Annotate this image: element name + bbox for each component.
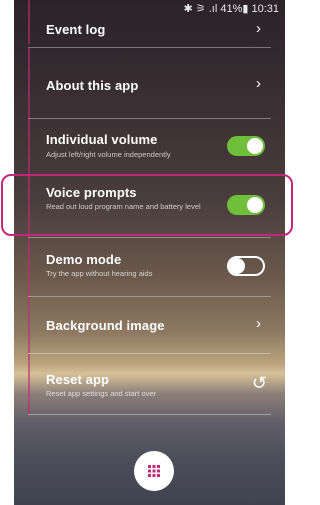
background-image-label: Background image	[46, 318, 165, 333]
menu-fab-button[interactable]	[134, 451, 174, 491]
individual-volume-label: Individual volume	[46, 132, 158, 147]
menu-item-reset-app[interactable]: Reset app Reset app settings and start o…	[28, 354, 271, 414]
divider	[28, 414, 271, 415]
about-label: About this app	[46, 78, 139, 93]
reset-app-label: Reset app	[46, 372, 110, 387]
event-log-label: Event log	[46, 22, 106, 37]
menu-item-individual-volume[interactable]: Individual volume Adjust left/right volu…	[28, 119, 271, 174]
reset-app-description: Reset app settings and start over	[46, 389, 157, 398]
demo-mode-toggle[interactable]	[227, 256, 265, 276]
refresh-icon[interactable]: ↺	[252, 373, 267, 394]
demo-mode-description: Try the app without hearing aids	[46, 269, 153, 278]
voice-prompts-highlight	[1, 174, 293, 236]
chevron-right-icon: ›	[256, 75, 261, 92]
menu-item-background-image[interactable]: Background image ›	[28, 297, 271, 353]
individual-volume-toggle[interactable]	[227, 136, 265, 156]
demo-mode-label: Demo mode	[46, 252, 122, 267]
chevron-right-icon: ›	[256, 315, 261, 332]
menu-item-demo-mode[interactable]: Demo mode Try the app without hearing ai…	[28, 238, 271, 296]
menu-item-event-log[interactable]: Event log ›	[28, 0, 271, 44]
menu-item-about[interactable]: About this app ›	[28, 48, 271, 118]
individual-volume-description: Adjust left/right volume independently	[46, 150, 171, 159]
app-screen: ✱ ⚞ .ıl 41%▮ 10:31 Event log › About thi…	[14, 0, 285, 505]
chevron-right-icon: ›	[256, 20, 261, 37]
grid-icon	[148, 465, 160, 477]
